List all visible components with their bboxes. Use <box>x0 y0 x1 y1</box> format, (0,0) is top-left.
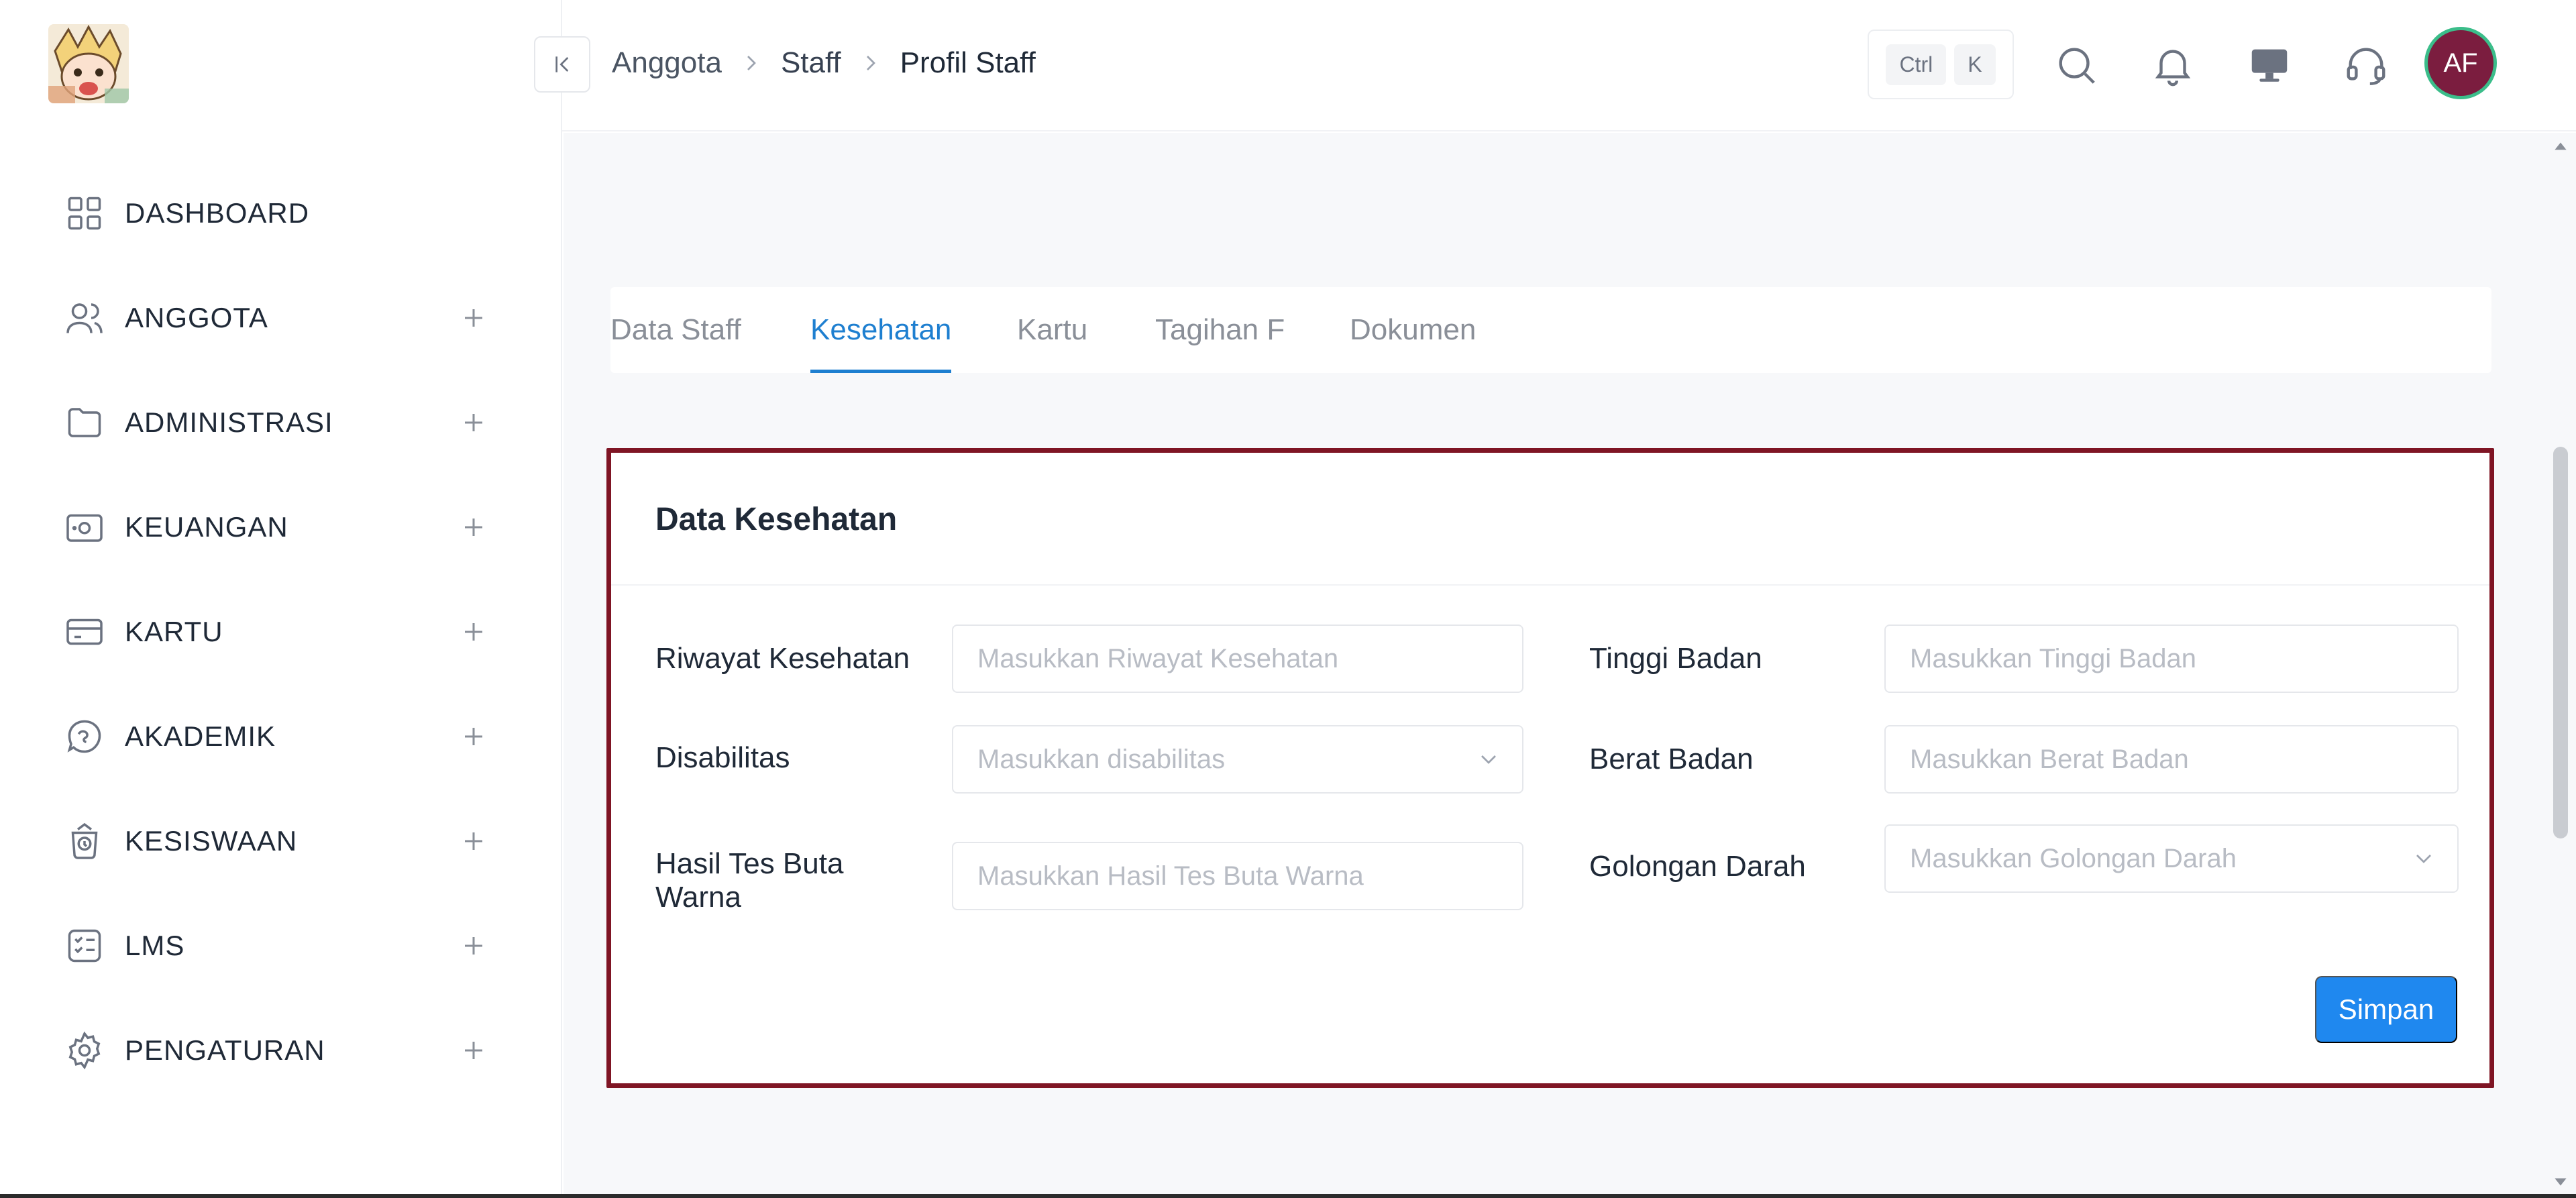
golongan-darah-label: Golongan Darah <box>1589 850 1806 883</box>
sidebar-item-administrasi[interactable]: ADMINISTRASI <box>0 370 562 475</box>
riwayat-kesehatan-input[interactable]: Masukkan Riwayat Kesehatan <box>952 624 1523 693</box>
chevron-down-icon <box>1475 746 1502 773</box>
collapse-sidebar-button[interactable] <box>534 36 590 93</box>
breadcrumb-profil-staff: Profil Staff <box>900 46 1036 79</box>
monitor-icon[interactable] <box>2246 42 2293 89</box>
search-icon[interactable] <box>2053 42 2100 89</box>
bell-icon[interactable] <box>2149 42 2196 89</box>
expand-plus-icon[interactable] <box>456 719 491 754</box>
sidebar-item-label: ANGGOTA <box>125 302 268 333</box>
sidebar-item-kartu[interactable]: KARTU <box>0 580 562 684</box>
user-avatar[interactable]: AF <box>2424 27 2497 99</box>
berat-badan-label: Berat Badan <box>1589 743 1754 775</box>
command-palette-shortcut[interactable]: Ctrl K <box>1868 30 2014 99</box>
riwayat-kesehatan-placeholder: Masukkan Riwayat Kesehatan <box>977 643 1339 673</box>
golongan-darah-select[interactable]: Masukkan Golongan Darah <box>1884 824 2459 893</box>
scroll-up-arrow-icon[interactable] <box>2552 138 2569 156</box>
sidebar-item-label: KESISWAAN <box>125 825 298 857</box>
sidebar-item-label: KARTU <box>125 616 223 647</box>
expand-plus-icon[interactable] <box>456 301 491 335</box>
sidebar-item-anggota[interactable]: ANGGOTA <box>0 266 562 370</box>
sidebar-item-dashboard[interactable]: DASHBOARD <box>0 161 562 266</box>
disabilitas-label: Disabilitas <box>655 741 790 774</box>
tinggi-badan-placeholder: Masukkan Tinggi Badan <box>1910 643 2196 673</box>
page-scrollbar[interactable] <box>2545 133 2576 1198</box>
tab-dokumen[interactable]: Dokumen <box>1350 287 1476 373</box>
sidebar-item-akademik[interactable]: AKADEMIK <box>0 684 562 789</box>
sidebar-item-label: DASHBOARD <box>125 197 310 229</box>
app-logo[interactable] <box>48 24 129 103</box>
breadcrumb: Anggota Staff Profil Staff <box>612 43 1036 83</box>
riwayat-kesehatan-label: Riwayat Kesehatan <box>655 642 910 675</box>
expand-plus-icon[interactable] <box>456 614 491 649</box>
expand-plus-icon[interactable] <box>456 1033 491 1068</box>
student-icon <box>64 821 105 861</box>
card-divider <box>611 584 2489 586</box>
checklist-icon <box>64 926 105 966</box>
health-data-card: Data Kesehatan Riwayat Kesehatan Masukka… <box>606 448 2494 1088</box>
expand-plus-icon[interactable] <box>456 928 491 963</box>
kbd-k: K <box>1954 44 1996 85</box>
tinggi-badan-label: Tinggi Badan <box>1589 642 1762 675</box>
sidebar-item-label: PENGATURAN <box>125 1034 325 1066</box>
settings-icon <box>64 1030 105 1071</box>
sidebar-item-kesiswaan[interactable]: KESISWAAN <box>0 789 562 893</box>
berat-badan-placeholder: Masukkan Berat Badan <box>1910 744 2189 774</box>
buta-warna-placeholder: Masukkan Hasil Tes Buta Warna <box>977 861 1364 891</box>
expand-plus-icon[interactable] <box>456 405 491 440</box>
buta-warna-label: Hasil Tes Buta Warna <box>655 847 844 914</box>
main-content: Data Staff Kesehatan Kartu Tagihan F Dok… <box>564 133 2576 1198</box>
expand-plus-icon[interactable] <box>456 510 491 545</box>
wallet-icon <box>64 507 105 547</box>
top-header: Anggota Staff Profil Staff Ctrl K AF <box>534 0 2576 131</box>
sidebar: DASHBOARD ANGGOTA ADMINISTRASI KEUANGAN <box>0 0 562 1198</box>
tab-data-staff[interactable]: Data Staff <box>610 287 741 373</box>
headset-icon[interactable] <box>2343 42 2390 89</box>
folder-icon <box>64 402 105 443</box>
sidebar-item-label: LMS <box>125 930 185 961</box>
grid-icon <box>64 193 105 233</box>
card-title: Data Kesehatan <box>655 502 898 537</box>
disabilitas-select[interactable]: Masukkan disabilitas <box>952 725 1523 794</box>
disabilitas-placeholder: Masukkan disabilitas <box>977 744 1226 774</box>
academic-icon <box>64 716 105 757</box>
scroll-down-arrow-icon[interactable] <box>2552 1173 2569 1190</box>
sidebar-nav: DASHBOARD ANGGOTA ADMINISTRASI KEUANGAN <box>0 161 562 1103</box>
tab-kartu[interactable]: Kartu <box>1017 287 1087 373</box>
sidebar-item-keuangan[interactable]: KEUANGAN <box>0 475 562 580</box>
window-bottom-edge <box>0 1194 2576 1198</box>
berat-badan-input[interactable]: Masukkan Berat Badan <box>1884 725 2459 794</box>
card-icon <box>64 612 105 652</box>
sidebar-item-label: AKADEMIK <box>125 720 276 752</box>
anime-avatar-logo <box>48 24 129 103</box>
kbd-ctrl: Ctrl <box>1886 44 1947 85</box>
tinggi-badan-input[interactable]: Masukkan Tinggi Badan <box>1884 624 2459 693</box>
chevron-right-icon <box>857 50 884 76</box>
sidebar-item-pengaturan[interactable]: PENGATURAN <box>0 998 562 1103</box>
breadcrumb-anggota[interactable]: Anggota <box>612 46 722 80</box>
profile-tabs: Data Staff Kesehatan Kartu Tagihan F Dok… <box>610 287 2491 373</box>
chevron-down-icon <box>2410 845 2437 872</box>
sidebar-item-label: KEUANGAN <box>125 511 288 543</box>
tab-kesehatan[interactable]: Kesehatan <box>810 287 952 373</box>
scrollbar-thumb[interactable] <box>2553 447 2568 838</box>
users-icon <box>64 298 105 338</box>
expand-plus-icon[interactable] <box>456 824 491 859</box>
sidebar-item-lms[interactable]: LMS <box>0 893 562 998</box>
golongan-darah-placeholder: Masukkan Golongan Darah <box>1910 843 2237 873</box>
buta-warna-input[interactable]: Masukkan Hasil Tes Buta Warna <box>952 842 1523 910</box>
chevron-right-icon <box>738 50 765 76</box>
save-button[interactable]: Simpan <box>2315 976 2457 1043</box>
breadcrumb-staff[interactable]: Staff <box>781 46 841 80</box>
sidebar-item-label: ADMINISTRASI <box>125 406 333 438</box>
collapse-icon <box>555 56 569 72</box>
tab-tagihan[interactable]: Tagihan F <box>1155 287 1285 373</box>
